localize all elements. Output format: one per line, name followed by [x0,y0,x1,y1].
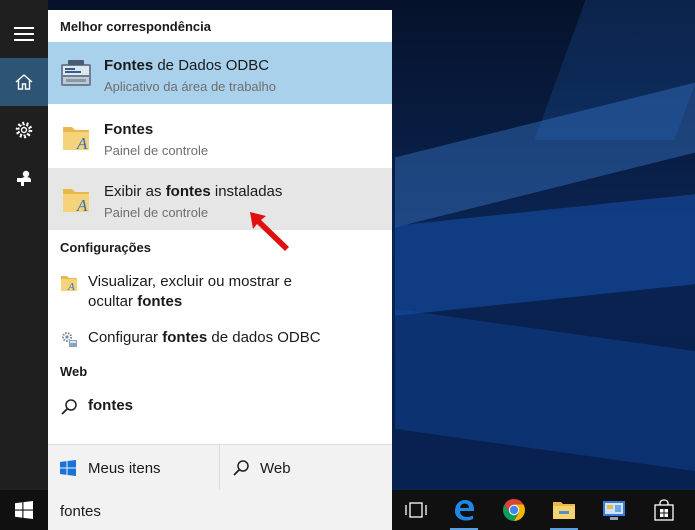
settings-button[interactable] [0,106,48,154]
task-view-button[interactable] [392,490,440,530]
odbc-small-icon [62,332,77,347]
fonts-folder-icon: A [63,127,89,153]
windows-icon [15,501,33,519]
home-button[interactable] [0,58,48,106]
edge-icon [455,500,474,521]
result-fonts[interactable]: A Fontes Painel de controle [48,106,392,168]
windows-icon [60,460,76,476]
start-left-rail [0,0,48,490]
result-title-pre: Exibir as [104,183,166,200]
web-filter-button[interactable]: Web [232,445,382,491]
store-button[interactable] [640,490,688,530]
start-button[interactable] [0,490,48,530]
fonts-folder-icon: A [63,189,89,215]
result-subtitle: Aplicativo da área de trabalho [104,79,277,94]
result-subtitle: Painel de controle [104,205,209,220]
result-show-installed-fonts[interactable]: A Exibir as fontes instaladas Painel de … [48,168,392,230]
web-query: fontes [88,397,133,414]
result-title-rest: instaladas [210,183,283,200]
result-subtitle: Painel de controle [104,143,209,158]
my-items-button[interactable]: Meus itens [60,445,218,491]
edge-button[interactable] [440,490,488,530]
result-title-bold: fontes [165,183,211,200]
feedback-icon [17,170,31,186]
setting-pre: Configurar [88,329,163,346]
setting-rest: de dados ODBC [207,329,321,346]
svg-text:A: A [76,134,88,153]
task-view-icon [405,502,427,518]
web-filter-label: Web [260,459,291,477]
search-icon [61,399,77,415]
store-icon [654,499,674,521]
control-panel-button[interactable] [590,490,638,530]
svg-text:A: A [67,281,75,292]
home-icon [15,74,33,90]
setting-line1: Visualizar, excluir ou mostrar e [88,273,292,290]
setting-line2-bold: fontes [137,293,183,310]
annotation-arrow [250,212,289,251]
web-header: Web [60,364,88,379]
settings-header: Configurações [60,240,152,255]
web-search-suggestion[interactable]: fontes [48,392,392,422]
setting-view-hide-fonts[interactable]: A Visualizar, excluir ou mostrar e ocult… [48,268,392,314]
hamburger-icon [14,27,34,41]
result-title-bold: Fontes [104,121,154,138]
search-results-panel: Melhor correspondência Fontes de Dados O… [48,10,392,491]
search-filter-bar: Meus itens Web [48,444,392,491]
file-explorer-icon [553,502,575,519]
taskbar [0,490,695,530]
svg-text:A: A [76,196,88,215]
search-icon [233,460,249,476]
setting-bold: fontes [162,329,208,346]
search-input[interactable] [60,500,380,522]
control-panel-icon [603,501,625,520]
result-odbc-data-sources[interactable]: Fontes de Dados ODBC Aplicativo da área … [48,42,392,104]
result-title-bold: Fontes [104,57,154,74]
setting-configure-odbc[interactable]: Configurar fontes de dados ODBC [48,324,392,354]
file-explorer-button[interactable] [540,490,588,530]
fonts-small-icon: A [61,276,77,292]
result-title-rest: de Dados ODBC [153,57,270,74]
my-items-label: Meus itens [88,459,161,477]
feedback-button[interactable] [0,154,48,202]
odbc-icon [61,60,91,86]
setting-line2-pre: ocultar [88,293,138,310]
chrome-button[interactable] [490,490,538,530]
taskbar-search-box[interactable] [48,490,392,530]
gear-icon [15,121,33,139]
chrome-icon [503,499,525,521]
best-match-header: Melhor correspondência [60,19,211,34]
menu-button[interactable] [0,10,48,58]
